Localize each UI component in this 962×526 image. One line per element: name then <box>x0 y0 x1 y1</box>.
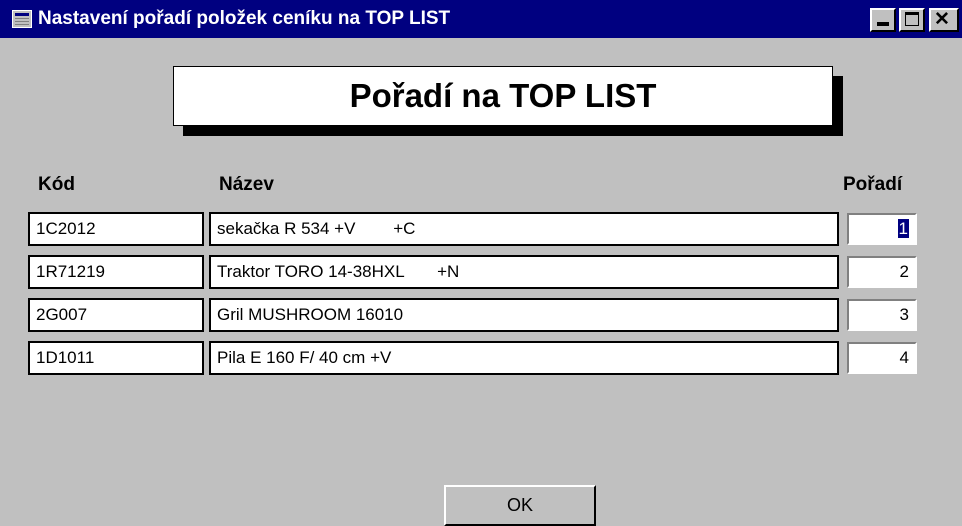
code-field[interactable]: 1C2012 <box>28 212 204 246</box>
name-field[interactable]: Pila E 160 F/ 40 cm +V <box>209 341 839 375</box>
minimize-icon <box>877 22 889 26</box>
name-field[interactable]: sekačka R 534 +V +C <box>209 212 839 246</box>
order-value: 4 <box>899 348 909 367</box>
code-field[interactable]: 1D1011 <box>28 341 204 375</box>
title-bar[interactable]: Nastavení pořadí položek ceníku na TOP L… <box>0 0 962 38</box>
minimize-button[interactable] <box>870 8 896 32</box>
maximize-button[interactable] <box>899 8 925 32</box>
order-value: 3 <box>899 305 909 324</box>
order-field[interactable]: 3 <box>847 299 917 331</box>
maximize-icon <box>905 12 919 26</box>
page-heading: Pořadí na TOP LIST <box>173 66 833 126</box>
column-header-name: Název <box>219 174 274 195</box>
window-title: Nastavení pořadí položek ceníku na TOP L… <box>38 8 451 29</box>
column-header-code: Kód <box>38 174 75 195</box>
close-icon: ✕ <box>934 9 950 30</box>
order-field[interactable]: 2 <box>847 256 917 288</box>
ok-button[interactable]: OK <box>444 485 596 526</box>
column-header-order: Pořadí <box>843 174 903 195</box>
order-value: 2 <box>899 262 909 281</box>
form-icon[interactable] <box>12 10 32 28</box>
name-field[interactable]: Gril MUSHROOM 16010 <box>209 298 839 332</box>
name-field[interactable]: Traktor TORO 14-38HXL +N <box>209 255 839 289</box>
code-field[interactable]: 2G007 <box>28 298 204 332</box>
ok-button-label: OK <box>506 495 533 515</box>
order-value: 1 <box>897 219 909 238</box>
code-field[interactable]: 1R71219 <box>28 255 204 289</box>
close-button[interactable]: ✕ <box>929 8 959 32</box>
order-field[interactable]: 4 <box>847 342 917 374</box>
order-field[interactable]: 1 <box>847 213 917 245</box>
